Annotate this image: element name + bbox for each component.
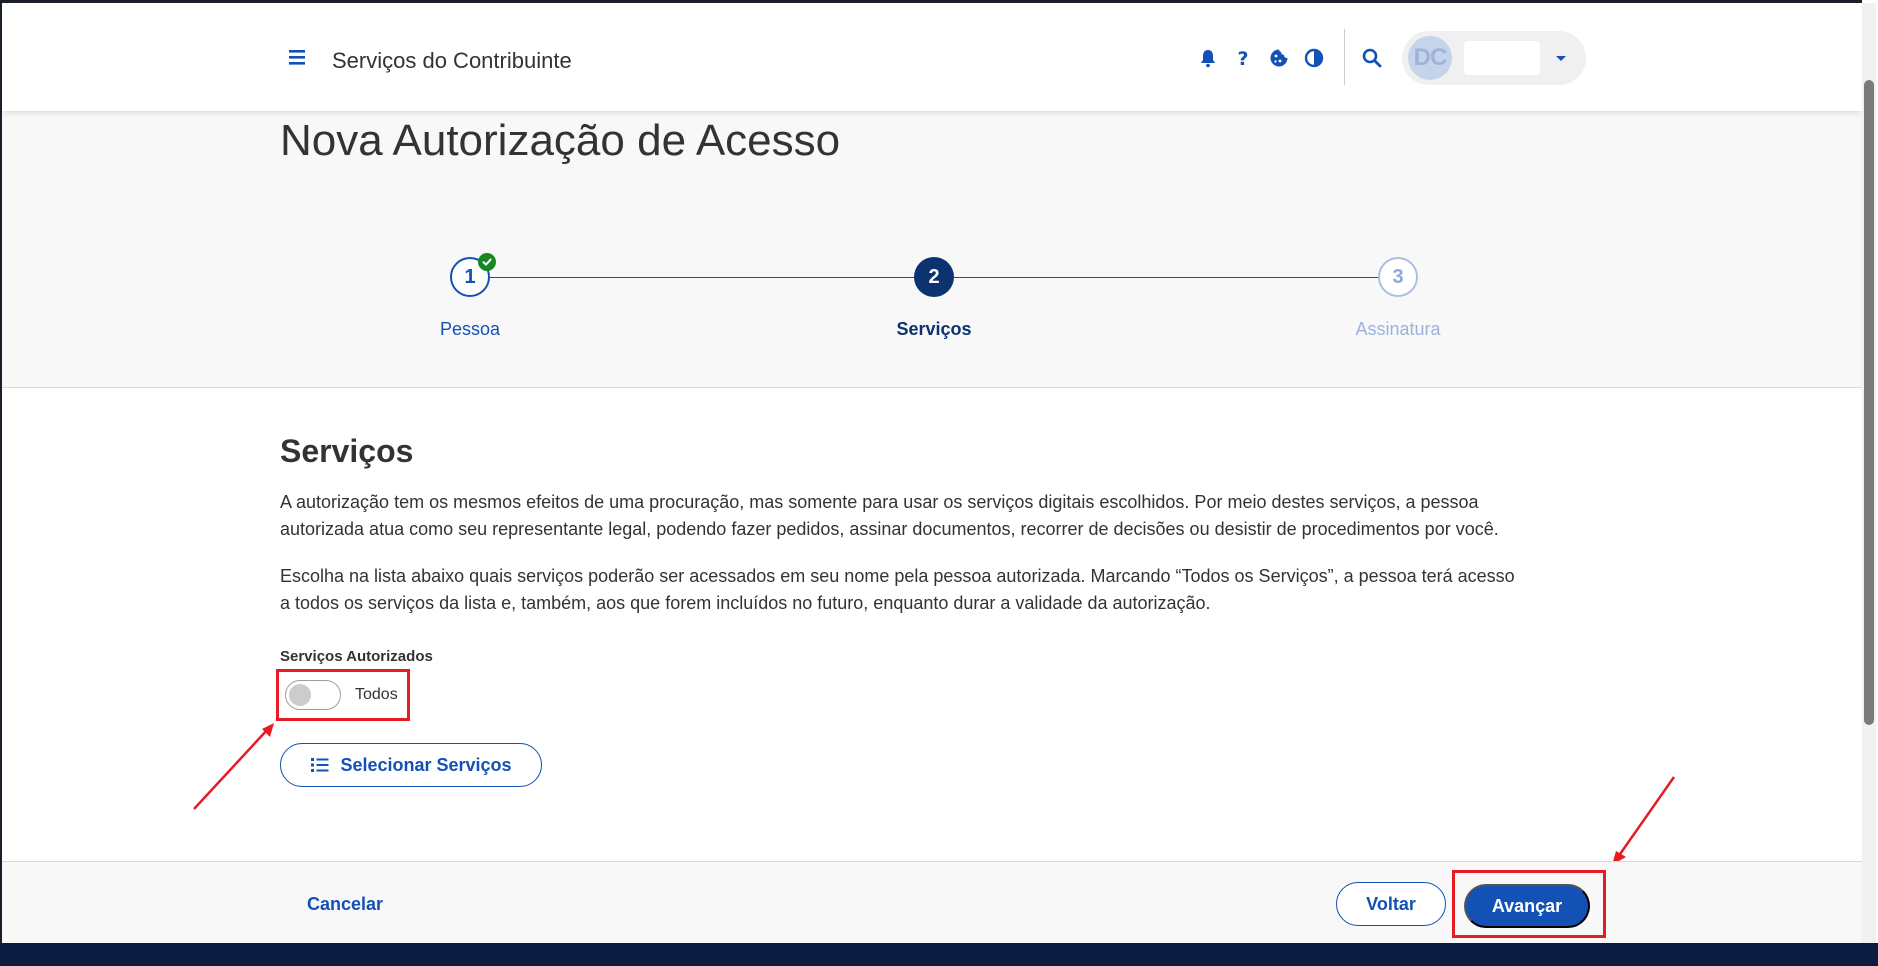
step-connector-1 <box>490 277 914 278</box>
svg-text:?: ? <box>1237 48 1248 69</box>
check-icon <box>478 253 496 271</box>
toggle-knob <box>289 684 311 706</box>
step-1-label[interactable]: Pessoa <box>370 319 570 340</box>
avatar: DC <box>1408 36 1452 80</box>
search-icon[interactable] <box>1361 47 1383 69</box>
app-header: Serviços do Contribuinte ? DC <box>2 3 1862 111</box>
annotation-arrow-toggle <box>193 723 274 810</box>
app-title: Serviços do Contribuinte <box>332 48 572 73</box>
toggle-highlight-box: Todos <box>276 669 410 721</box>
instructions-paragraph-line-2: a todos os serviços da lista e, também, … <box>280 593 1211 613</box>
page-hero: Nova Autorização de Acesso 1 Pessoa 2 Se… <box>2 111 1862 388</box>
caret-down-icon[interactable] <box>1552 49 1570 67</box>
step-2-label[interactable]: Serviços <box>834 319 1034 340</box>
scrollbar-thumb[interactable] <box>1864 80 1874 725</box>
intro-paragraph-line-1: A autorização tem os mesmos efeitos de u… <box>280 492 1479 512</box>
cancel-button[interactable]: Cancelar <box>307 894 383 915</box>
intro-paragraph-line-2: autorizada atua como seu representante l… <box>280 519 1499 539</box>
cookie-icon[interactable] <box>1268 47 1290 69</box>
browser-window: Serviços do Contribuinte ? DC Nova Autor… <box>2 3 1862 943</box>
help-icon[interactable]: ? <box>1232 47 1254 69</box>
instructions-paragraph-line-1: Escolha na lista abaixo quais serviços p… <box>280 566 1515 586</box>
select-services-button[interactable]: Selecionar Serviços <box>280 743 542 787</box>
select-services-label: Selecionar Serviços <box>340 754 512 775</box>
next-highlight-box: Avançar <box>1452 870 1606 938</box>
user-name-redacted <box>1464 41 1540 75</box>
next-button[interactable]: Avançar <box>1464 884 1590 928</box>
header-divider <box>1344 29 1345 85</box>
menu-icon[interactable] <box>288 47 310 69</box>
step-2-circle[interactable]: 2 <box>914 257 954 297</box>
contrast-icon[interactable] <box>1303 47 1325 69</box>
action-footer: Cancelar Voltar Avançar <box>2 861 1862 943</box>
user-menu[interactable]: DC <box>1402 31 1586 85</box>
bell-icon[interactable] <box>1197 47 1219 69</box>
all-services-toggle[interactable] <box>285 680 341 710</box>
step-3-label: Assinatura <box>1355 319 1441 339</box>
list-icon <box>311 758 329 772</box>
authorized-services-label: Serviços Autorizados <box>280 648 433 665</box>
step-connector-2 <box>954 277 1378 278</box>
toggle-label: Todos <box>355 686 398 703</box>
page-title: Nova Autorização de Acesso <box>280 116 841 165</box>
taskbar-strip <box>0 943 1878 966</box>
section-title: Serviços <box>280 433 414 469</box>
step-3-circle: 3 <box>1378 257 1418 297</box>
annotation-arrow-next <box>1612 776 1676 865</box>
back-button[interactable]: Voltar <box>1336 882 1446 926</box>
